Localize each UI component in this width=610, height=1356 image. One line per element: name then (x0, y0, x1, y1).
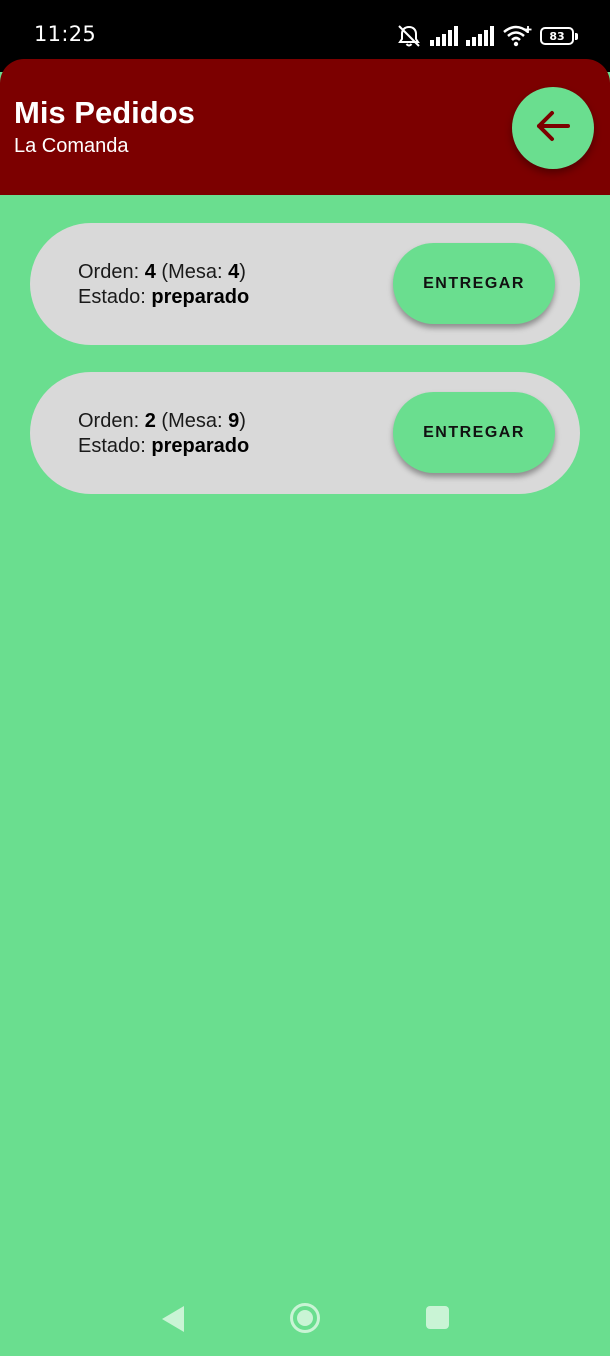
arrow-left-icon (533, 106, 573, 151)
order-line: Orden: 4 (Mesa: 4) (78, 260, 249, 285)
app-header: Mis Pedidos La Comanda (0, 59, 610, 195)
table-number: 4 (228, 261, 240, 283)
table-label: (Mesa: (161, 261, 223, 283)
status-label: Estado: (78, 435, 146, 457)
order-line: Orden: 2 (Mesa: 9) (78, 409, 249, 434)
home-circle-icon[interactable] (289, 1302, 321, 1339)
recents-square-icon[interactable] (426, 1306, 449, 1329)
status-icons: 83 (396, 22, 578, 50)
battery-tip (575, 32, 578, 40)
order-card: Orden: 2 (Mesa: 9) Estado: preparado ENT… (30, 372, 580, 494)
battery-icon: 83 (540, 27, 578, 45)
signal-icon (466, 26, 494, 46)
page-subtitle: La Comanda (14, 135, 129, 157)
table-label-close: ) (239, 261, 246, 283)
order-label: Orden: (78, 410, 140, 432)
table-number: 9 (228, 410, 240, 432)
order-info: Orden: 2 (Mesa: 9) Estado: preparado (78, 409, 249, 459)
deliver-button[interactable]: ENTREGAR (393, 392, 555, 473)
status-line: Estado: preparado (78, 285, 249, 310)
back-triangle-icon[interactable] (160, 1304, 186, 1339)
orders-list: Orden: 4 (Mesa: 4) Estado: preparado ENT… (30, 223, 580, 521)
signal-icon (430, 26, 458, 46)
deliver-button[interactable]: ENTREGAR (393, 243, 555, 324)
order-info: Orden: 4 (Mesa: 4) Estado: preparado (78, 260, 249, 310)
status-value: preparado (151, 435, 250, 457)
wifi-icon (502, 24, 532, 48)
order-label: Orden: (78, 261, 140, 283)
status-label: Estado: (78, 286, 146, 308)
page-title: Mis Pedidos (14, 95, 195, 130)
back-button[interactable] (512, 87, 594, 169)
status-line: Estado: preparado (78, 434, 249, 459)
system-nav-bar (0, 1280, 610, 1356)
status-time: 11:25 (34, 22, 97, 46)
status-value: preparado (151, 286, 250, 308)
order-card: Orden: 4 (Mesa: 4) Estado: preparado ENT… (30, 223, 580, 345)
bell-off-icon (396, 24, 422, 48)
order-number: 4 (144, 261, 156, 283)
battery-level: 83 (540, 27, 574, 45)
table-label: (Mesa: (161, 410, 223, 432)
table-label-close: ) (239, 410, 246, 432)
order-number: 2 (144, 410, 156, 432)
